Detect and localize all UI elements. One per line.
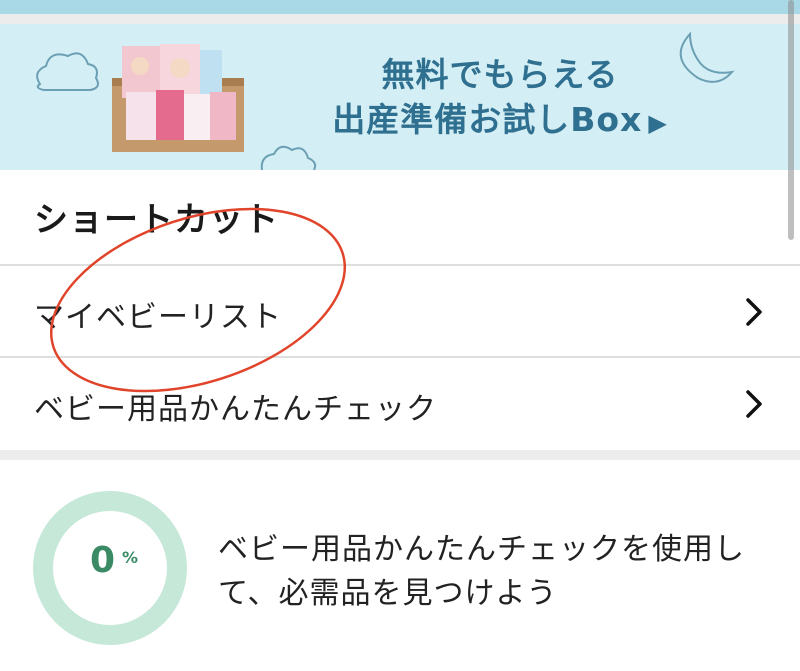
progress-percent-unit: % <box>122 548 139 567</box>
play-arrow-icon: ▶ <box>648 109 668 137</box>
section-gap <box>0 14 800 24</box>
banner-line2-text: 出産準備お試しBox <box>332 100 643 139</box>
banner-line2: 出産準備お試しBox ▶ <box>300 97 700 146</box>
check-description: ベビー用品かんたんチェックを使用して、必需品を見つけよう <box>218 532 745 611</box>
shortcut-label: ベビー用品かんたんチェック <box>34 392 437 427</box>
section-divider <box>0 450 800 460</box>
trial-box-banner[interactable]: 無料でもらえる 出産準備お試しBox ▶ <box>0 24 800 170</box>
chevron-right-icon <box>746 298 762 326</box>
chevron-right-icon <box>746 390 762 418</box>
shortcuts-title: ショートカット <box>34 200 279 240</box>
shortcut-baby-item-check[interactable]: ベビー用品かんたんチェック <box>0 356 800 450</box>
shortcut-label: マイベビーリスト <box>34 300 282 335</box>
top-strip <box>0 0 800 14</box>
banner-line1: 無料でもらえる <box>381 55 619 94</box>
progress-percent: 0 <box>90 540 116 581</box>
product-box-image <box>112 44 244 152</box>
banner-text: 無料でもらえる 出産準備お試しBox ▶ <box>300 52 700 146</box>
shortcut-my-baby-list[interactable]: マイベビーリスト <box>0 264 800 358</box>
scrollbar[interactable] <box>788 0 794 240</box>
